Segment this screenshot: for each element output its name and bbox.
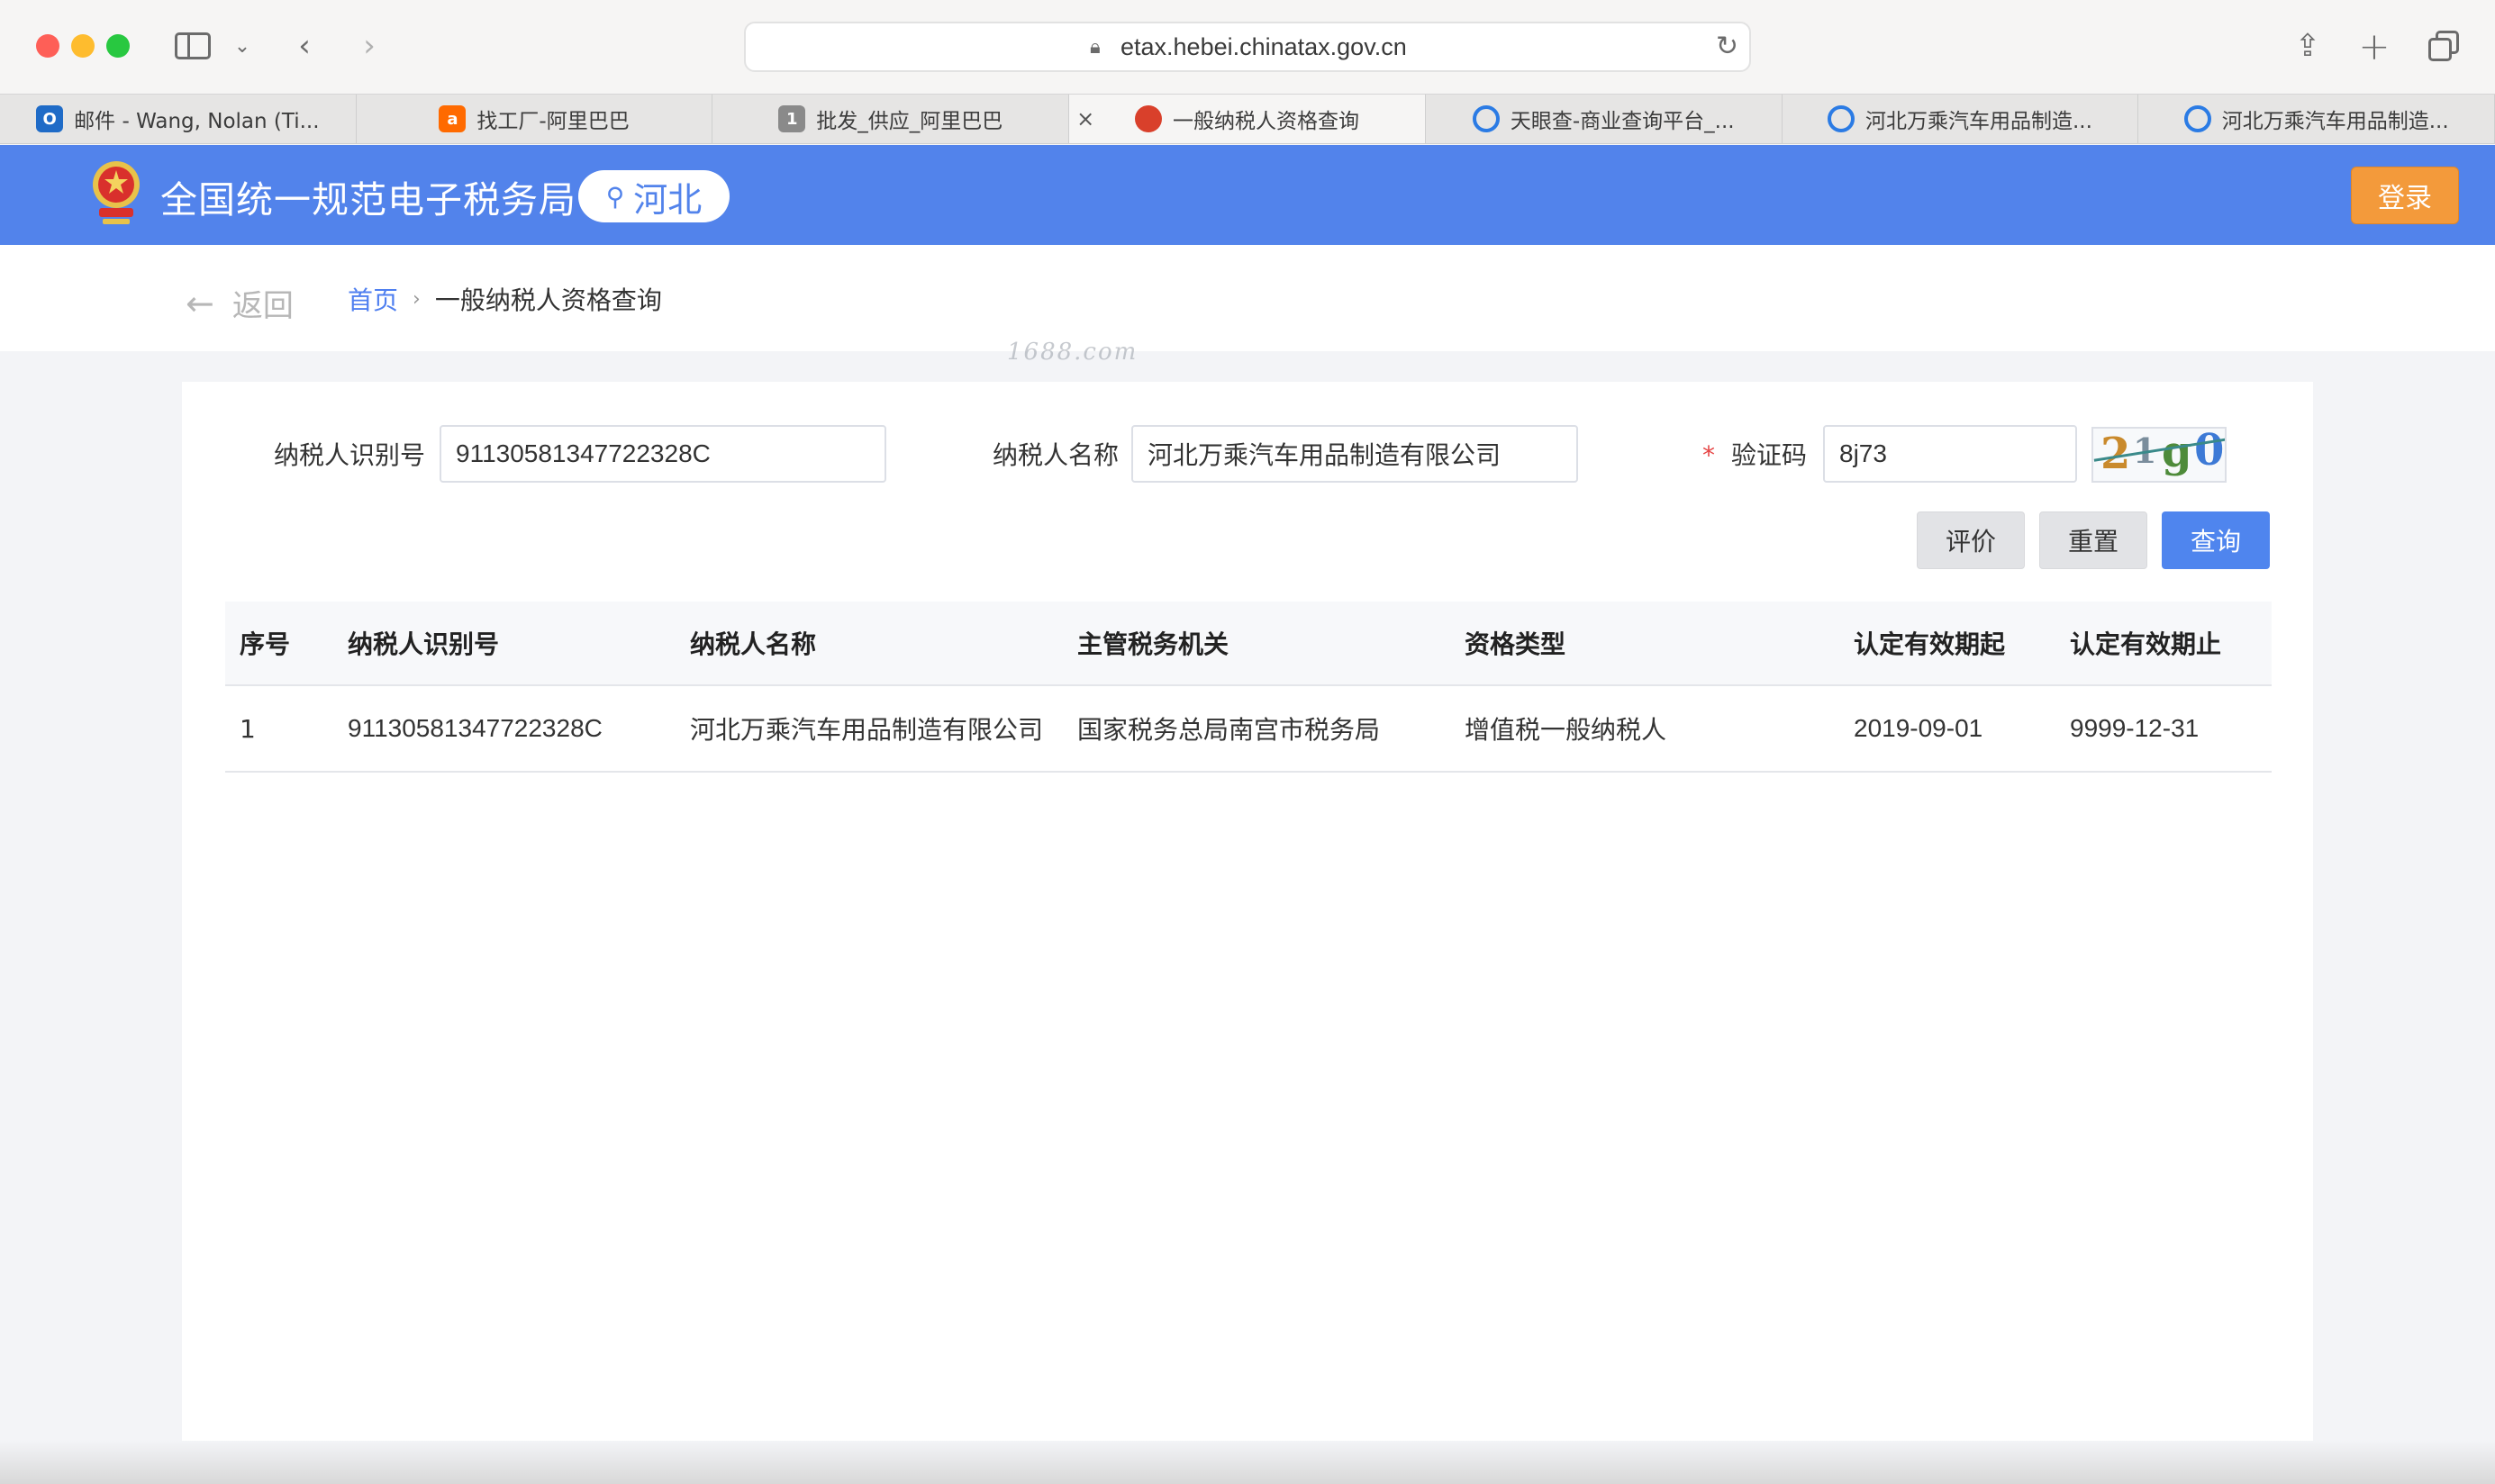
column-header: 纳税人名称 [690, 629, 817, 659]
tab-label: 邮件 - Wang, Nolan (Ti... [74, 110, 320, 133]
province-selector[interactable]: ⚲ 河北 [578, 170, 730, 222]
watermark: 1688.com [1007, 339, 1139, 366]
url-text: etax.hebei.chinatax.gov.cn [1120, 33, 1407, 60]
tab-outlook[interactable]: O 邮件 - Wang, Nolan (Ti... [0, 95, 357, 143]
row-taxpayer-id: 91130581347722328C [348, 714, 603, 742]
outlook-icon: O [36, 105, 64, 132]
lock-icon: 🔒︎ [1090, 36, 1101, 59]
close-window-button[interactable] [36, 34, 59, 58]
result-table: 序号 纳税人识别号 纳税人名称 主管税务机关 资格类型 认定有效期起 认定有效期… [225, 602, 2272, 773]
province-name: 河北 [633, 179, 703, 220]
browser-back-icon[interactable]: ‹ [286, 27, 322, 65]
sidebar-toggle-icon[interactable] [173, 27, 213, 65]
tab-overview-icon[interactable] [2425, 27, 2464, 65]
evaluate-button[interactable]: 评价 [1917, 511, 2025, 569]
arrow-left-icon: ← [186, 283, 214, 323]
captcha-char: g [2162, 427, 2192, 477]
location-pin-icon: ⚲ [605, 181, 625, 212]
reload-icon[interactable]: ↻ [1716, 31, 1738, 62]
row-taxpayer-name: 河北万乘汽车用品制造有限公司 [690, 715, 1044, 745]
row-tax-authority: 国家税务总局南宫市税务局 [1077, 715, 1381, 745]
reset-button[interactable]: 重置 [2039, 511, 2147, 569]
chevron-down-icon[interactable]: ⌄ [229, 27, 256, 65]
taxpayer-name-label: 纳税人名称 [993, 440, 1120, 470]
column-header: 资格类型 [1465, 629, 1566, 659]
tab-label: 天眼查-商业查询平台_... [1510, 110, 1735, 133]
taxpayer-id-label: 纳税人识别号 [274, 440, 426, 470]
breadcrumb-bar: ← 返回 首页 › 一般纳税人资格查询 [0, 245, 2495, 351]
row-valid-to: 9999-12-31 [2070, 714, 2200, 742]
minimize-window-button[interactable] [71, 34, 95, 58]
row-qualification-type: 增值税一般纳税人 [1465, 715, 1667, 745]
tianyancha-icon [1472, 105, 1500, 132]
address-bar[interactable]: 🔒︎ etax.hebei.chinatax.gov.cn ↻ [744, 22, 1751, 72]
share-icon[interactable]: ⇪ [2290, 27, 2326, 65]
browser-toolbar: ⌄ ‹ › 🔒︎ etax.hebei.chinatax.gov.cn ↻ ⇪ … [0, 0, 2495, 94]
tab-company-1[interactable]: 河北万乘汽车用品制造... [1783, 95, 2139, 143]
required-mark: * [1702, 440, 1715, 470]
tax-emblem-icon [1135, 105, 1163, 132]
captcha-image[interactable]: 2 1 g 0 [2091, 427, 2227, 483]
row-valid-from: 2019-09-01 [1854, 714, 1983, 742]
breadcrumb-current: 一般纳税人资格查询 [434, 285, 662, 315]
tianyancha-icon [2183, 105, 2211, 132]
back-link[interactable]: ← 返回 [186, 281, 294, 325]
taxpayer-id-input[interactable]: 91130581347722328C [440, 425, 886, 483]
tab-taxpayer-query[interactable]: × 一般纳税人资格查询 [1069, 95, 1426, 143]
tab-bar: O 邮件 - Wang, Nolan (Ti... a 找工厂-阿里巴巴 1 批… [0, 94, 2495, 144]
breadcrumb-home-link[interactable]: 首页 [348, 281, 398, 317]
tab-label: 找工厂-阿里巴巴 [476, 110, 630, 133]
new-tab-icon[interactable]: + [2356, 24, 2392, 68]
captcha-input[interactable]: 8j73 [1823, 425, 2077, 483]
captcha-label: * 验证码 [1702, 436, 1807, 472]
tab-label: 河北万乘汽车用品制造... [2221, 110, 2449, 133]
captcha-label-text: 验证码 [1731, 440, 1808, 470]
tab-tianyancha[interactable]: 天眼查-商业查询平台_... [1426, 95, 1783, 143]
captcha-char: 0 [2194, 427, 2225, 475]
row-index: 1 [240, 713, 256, 744]
table-row[interactable]: 1 91130581347722328C 河北万乘汽车用品制造有限公司 国家税务… [225, 686, 2272, 773]
table-header: 序号 纳税人识别号 纳税人名称 主管税务机关 资格类型 认定有效期起 认定有效期… [225, 602, 2272, 686]
browser-forward-icon[interactable]: › [351, 27, 387, 65]
zoom-window-button[interactable] [106, 34, 130, 58]
query-card: 纳税人识别号 91130581347722328C 纳税人名称 河北万乘汽车用品… [182, 382, 2313, 1462]
tab-label: 河北万乘汽车用品制造... [1864, 110, 2092, 133]
tianyancha-icon [1827, 105, 1855, 132]
tab-label: 一般纳税人资格查询 [1173, 110, 1360, 133]
tab-label: 批发_供应_阿里巴巴 [816, 110, 1003, 133]
column-header: 纳税人识别号 [348, 629, 500, 659]
back-label: 返回 [231, 288, 294, 324]
site-title: 全国统一规范电子税务局 [160, 178, 576, 222]
number-1-icon: 1 [778, 105, 806, 132]
taxpayer-name-input[interactable]: 河北万乘汽车用品制造有限公司 [1131, 425, 1578, 483]
tab-alibaba-factory[interactable]: a 找工厂-阿里巴巴 [357, 95, 713, 143]
column-header: 认定有效期止 [2070, 629, 2222, 659]
login-button[interactable]: 登录 [2351, 167, 2459, 224]
tab-company-2[interactable]: 河北万乘汽车用品制造... [2138, 95, 2495, 143]
column-header: 认定有效期起 [1854, 629, 2006, 659]
column-header: 序号 [240, 629, 291, 659]
window-bottom-shadow [0, 1441, 2495, 1484]
query-button[interactable]: 查询 [2162, 511, 2270, 569]
site-header: 全国统一规范电子税务局 ⚲ 河北 登录 [0, 145, 2495, 245]
breadcrumb: 首页 › 一般纳税人资格查询 [348, 281, 662, 317]
national-emblem-icon [93, 161, 140, 224]
column-header: 主管税务机关 [1077, 629, 1229, 659]
close-tab-icon[interactable]: × [1076, 106, 1094, 131]
tab-alibaba-wholesale[interactable]: 1 批发_供应_阿里巴巴 [712, 95, 1070, 143]
alibaba-icon: a [439, 105, 467, 132]
chevron-right-icon: › [413, 287, 421, 311]
